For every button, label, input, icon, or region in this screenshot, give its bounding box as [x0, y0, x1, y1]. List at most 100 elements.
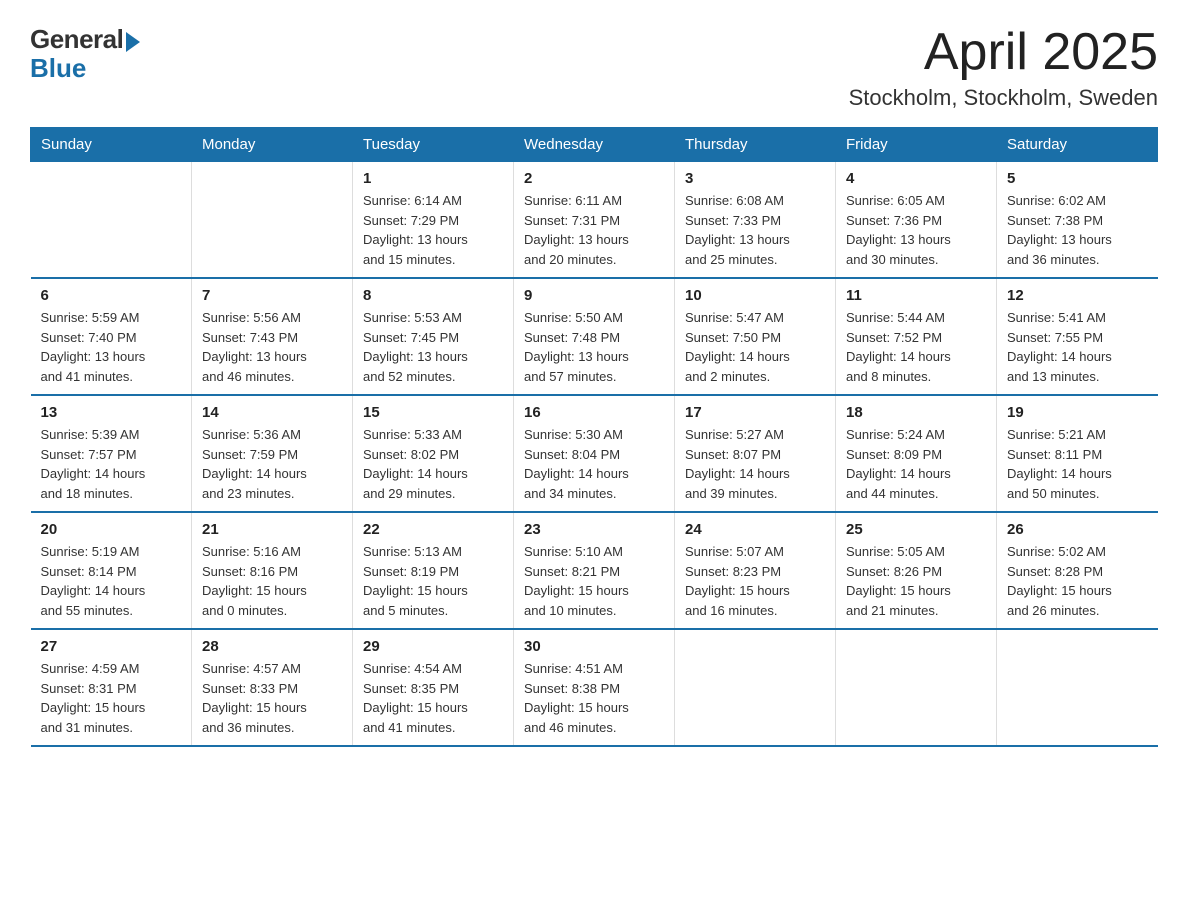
day-cell-23: 22 Sunrise: 5:13 AM Sunset: 8:19 PM Dayli…	[353, 512, 514, 629]
day-number: 12	[1007, 287, 1148, 304]
day-info: Sunrise: 5:07 AM Sunset: 8:23 PM Dayligh…	[685, 542, 825, 620]
day-cell-30: 29 Sunrise: 4:54 AM Sunset: 8:35 PM Dayli…	[353, 629, 514, 746]
day-number: 30	[524, 638, 664, 655]
day-cell-33	[836, 629, 997, 746]
day-number: 1	[363, 170, 503, 187]
week-row-1: 6 Sunrise: 5:59 AM Sunset: 7:40 PM Daylig…	[31, 278, 1158, 395]
header-day-thursday: Thursday	[675, 128, 836, 162]
day-cell-21: 20 Sunrise: 5:19 AM Sunset: 8:14 PM Dayli…	[31, 512, 192, 629]
day-number: 10	[685, 287, 825, 304]
day-cell-22: 21Sunrise: 5:16 AM Sunset: 8:16 PM Dayli…	[192, 512, 353, 629]
day-number: 22	[363, 521, 503, 538]
day-info: Sunrise: 5:41 AM Sunset: 7:55 PM Dayligh…	[1007, 308, 1148, 386]
logo: General Blue	[30, 24, 140, 84]
day-number: 6	[41, 287, 182, 304]
day-cell-20: 19 Sunrise: 5:21 AM Sunset: 8:11 PM Dayli…	[997, 395, 1158, 512]
page-header: General Blue April 2025 Stockholm, Stock…	[30, 24, 1158, 111]
day-number: 26	[1007, 521, 1148, 538]
day-cell-31: 30 Sunrise: 4:51 AM Sunset: 8:38 PM Dayli…	[514, 629, 675, 746]
day-info: Sunrise: 5:27 AM Sunset: 8:07 PM Dayligh…	[685, 425, 825, 503]
day-cell-10: 9Sunrise: 5:50 AM Sunset: 7:48 PM Daylig…	[514, 278, 675, 395]
logo-blue-text: Blue	[30, 53, 86, 84]
day-info: Sunrise: 4:51 AM Sunset: 8:38 PM Dayligh…	[524, 659, 664, 737]
week-row-4: 27Sunrise: 4:59 AM Sunset: 8:31 PM Dayli…	[31, 629, 1158, 746]
header-day-sunday: Sunday	[31, 128, 192, 162]
day-cell-14: 13 Sunrise: 5:39 AM Sunset: 7:57 PM Dayli…	[31, 395, 192, 512]
day-info: Sunrise: 5:10 AM Sunset: 8:21 PM Dayligh…	[524, 542, 664, 620]
day-info: Sunrise: 5:13 AM Sunset: 8:19 PM Dayligh…	[363, 542, 503, 620]
header-day-friday: Friday	[836, 128, 997, 162]
day-cell-19: 18 Sunrise: 5:24 AM Sunset: 8:09 PM Dayli…	[836, 395, 997, 512]
day-info: Sunrise: 5:30 AM Sunset: 8:04 PM Dayligh…	[524, 425, 664, 503]
day-cell-15: 14 Sunrise: 5:36 AM Sunset: 7:59 PM Dayli…	[192, 395, 353, 512]
month-title: April 2025	[849, 24, 1158, 81]
day-cell-25: 24 Sunrise: 5:07 AM Sunset: 8:23 PM Dayli…	[675, 512, 836, 629]
day-info: Sunrise: 5:47 AM Sunset: 7:50 PM Dayligh…	[685, 308, 825, 386]
day-cell-3: 2 Sunrise: 6:11 AM Sunset: 7:31 PM Daylig…	[514, 162, 675, 279]
day-info: Sunrise: 6:14 AM Sunset: 7:29 PM Dayligh…	[363, 191, 503, 269]
day-info: Sunrise: 5:02 AM Sunset: 8:28 PM Dayligh…	[1007, 542, 1148, 620]
day-cell-2: 1 Sunrise: 6:14 AM Sunset: 7:29 PM Daylig…	[353, 162, 514, 279]
day-cell-7: 6 Sunrise: 5:59 AM Sunset: 7:40 PM Daylig…	[31, 278, 192, 395]
day-cell-13: 12 Sunrise: 5:41 AM Sunset: 7:55 PM Dayli…	[997, 278, 1158, 395]
day-info: Sunrise: 5:39 AM Sunset: 7:57 PM Dayligh…	[41, 425, 182, 503]
day-info: Sunrise: 5:21 AM Sunset: 8:11 PM Dayligh…	[1007, 425, 1148, 503]
day-number: 21	[202, 521, 342, 538]
day-cell-24: 23 Sunrise: 5:10 AM Sunset: 8:21 PM Dayli…	[514, 512, 675, 629]
day-cell-8: 7 Sunrise: 5:56 AM Sunset: 7:43 PM Daylig…	[192, 278, 353, 395]
day-number: 16	[524, 404, 664, 421]
day-info: Sunrise: 6:02 AM Sunset: 7:38 PM Dayligh…	[1007, 191, 1148, 269]
day-cell-5: 4 Sunrise: 6:05 AM Sunset: 7:36 PM Daylig…	[836, 162, 997, 279]
logo-arrow-icon	[126, 32, 140, 52]
day-number: 5	[1007, 170, 1148, 187]
day-info: Sunrise: 5:05 AM Sunset: 8:26 PM Dayligh…	[846, 542, 986, 620]
day-info: Sunrise: 5:56 AM Sunset: 7:43 PM Dayligh…	[202, 308, 342, 386]
day-info: Sunrise: 6:11 AM Sunset: 7:31 PM Dayligh…	[524, 191, 664, 269]
day-info: Sunrise: 4:59 AM Sunset: 8:31 PM Dayligh…	[41, 659, 182, 737]
day-number: 3	[685, 170, 825, 187]
day-number: 17	[685, 404, 825, 421]
day-number: 23	[524, 521, 664, 538]
day-number: 14	[202, 404, 342, 421]
day-info: Sunrise: 6:05 AM Sunset: 7:36 PM Dayligh…	[846, 191, 986, 269]
day-cell-9: 8 Sunrise: 5:53 AM Sunset: 7:45 PM Daylig…	[353, 278, 514, 395]
day-cell-11: 10 Sunrise: 5:47 AM Sunset: 7:50 PM Dayli…	[675, 278, 836, 395]
day-number: 2	[524, 170, 664, 187]
day-cell-26: 25Sunrise: 5:05 AM Sunset: 8:26 PM Dayli…	[836, 512, 997, 629]
day-cell-16: 15 Sunrise: 5:33 AM Sunset: 8:02 PM Dayli…	[353, 395, 514, 512]
day-info: Sunrise: 4:54 AM Sunset: 8:35 PM Dayligh…	[363, 659, 503, 737]
day-info: Sunrise: 5:19 AM Sunset: 8:14 PM Dayligh…	[41, 542, 182, 620]
day-info: Sunrise: 5:59 AM Sunset: 7:40 PM Dayligh…	[41, 308, 182, 386]
week-row-3: 20 Sunrise: 5:19 AM Sunset: 8:14 PM Dayli…	[31, 512, 1158, 629]
day-number: 29	[363, 638, 503, 655]
day-number: 15	[363, 404, 503, 421]
day-info: Sunrise: 6:08 AM Sunset: 7:33 PM Dayligh…	[685, 191, 825, 269]
header-day-monday: Monday	[192, 128, 353, 162]
day-number: 9	[524, 287, 664, 304]
day-number: 19	[1007, 404, 1148, 421]
header-day-tuesday: Tuesday	[353, 128, 514, 162]
day-cell-29: 28Sunrise: 4:57 AM Sunset: 8:33 PM Dayli…	[192, 629, 353, 746]
day-cell-34	[997, 629, 1158, 746]
day-info: Sunrise: 5:24 AM Sunset: 8:09 PM Dayligh…	[846, 425, 986, 503]
day-number: 13	[41, 404, 182, 421]
day-info: Sunrise: 5:53 AM Sunset: 7:45 PM Dayligh…	[363, 308, 503, 386]
calendar-table: SundayMondayTuesdayWednesdayThursdayFrid…	[30, 127, 1158, 747]
day-info: Sunrise: 5:36 AM Sunset: 7:59 PM Dayligh…	[202, 425, 342, 503]
day-cell-18: 17 Sunrise: 5:27 AM Sunset: 8:07 PM Dayli…	[675, 395, 836, 512]
day-number: 18	[846, 404, 986, 421]
day-number: 8	[363, 287, 503, 304]
day-number: 7	[202, 287, 342, 304]
header-day-saturday: Saturday	[997, 128, 1158, 162]
day-info: Sunrise: 5:33 AM Sunset: 8:02 PM Dayligh…	[363, 425, 503, 503]
day-number: 11	[846, 287, 986, 304]
header-row: SundayMondayTuesdayWednesdayThursdayFrid…	[31, 128, 1158, 162]
day-number: 4	[846, 170, 986, 187]
day-info: Sunrise: 4:57 AM Sunset: 8:33 PM Dayligh…	[202, 659, 342, 737]
day-cell-17: 16 Sunrise: 5:30 AM Sunset: 8:04 PM Dayli…	[514, 395, 675, 512]
day-cell-28: 27Sunrise: 4:59 AM Sunset: 8:31 PM Dayli…	[31, 629, 192, 746]
day-number: 24	[685, 521, 825, 538]
day-cell-12: 11Sunrise: 5:44 AM Sunset: 7:52 PM Dayli…	[836, 278, 997, 395]
day-number: 20	[41, 521, 182, 538]
week-row-2: 13 Sunrise: 5:39 AM Sunset: 7:57 PM Dayli…	[31, 395, 1158, 512]
